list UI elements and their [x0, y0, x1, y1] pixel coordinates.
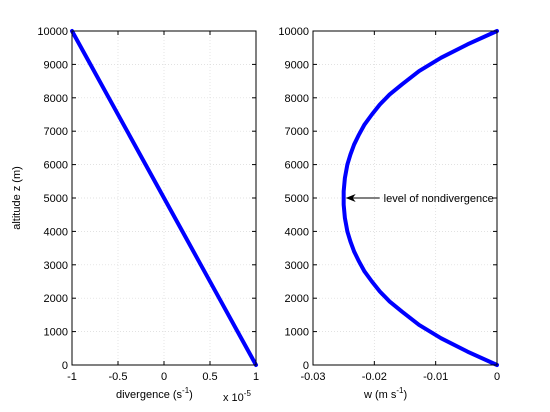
data-point [236, 330, 240, 334]
x-tick-label: -0.5 [109, 371, 128, 383]
data-point [400, 309, 404, 314]
data-point [107, 96, 111, 100]
x-tick-label: -0.03 [300, 371, 325, 383]
left-x-axis-label-close: ) [189, 389, 193, 401]
y-tick-label: 6000 [44, 160, 68, 172]
y-tick-label: 6000 [285, 160, 309, 172]
data-point [345, 163, 349, 167]
y-tick-label: 3000 [44, 260, 68, 272]
x-multiplier-exp: -5 [244, 389, 252, 398]
data-point [352, 249, 356, 254]
data-point [378, 102, 382, 107]
data-point [180, 229, 184, 233]
data-point [342, 203, 346, 207]
y-tick-label: 4000 [285, 226, 309, 238]
data-point [362, 269, 367, 274]
data-point [352, 142, 356, 147]
data-point [144, 163, 148, 167]
data-point [417, 323, 421, 327]
left-x-axis-label-text: divergence (s [116, 389, 183, 401]
data-point [370, 112, 374, 117]
data-point [162, 196, 166, 200]
data-point [342, 189, 346, 193]
data-point [417, 69, 421, 73]
y-tick-label: 9000 [44, 59, 68, 71]
data-point [88, 62, 92, 66]
y-tick-label: 9000 [285, 59, 309, 71]
y-tick-label: 1000 [44, 327, 68, 339]
data-point [388, 92, 392, 97]
left-x-axis-label: divergence (s-1) [116, 386, 193, 401]
x-tick-label: 0 [161, 371, 167, 383]
y-tick-label: 10000 [37, 26, 68, 38]
y-tick-label: 5000 [285, 193, 309, 205]
x-multiplier: x 10-5 [223, 389, 251, 404]
data-point [348, 152, 353, 157]
data-point [343, 216, 347, 220]
y-tick-label: 10000 [278, 26, 309, 38]
data-point [199, 263, 203, 267]
data-point [388, 299, 392, 304]
data-point [439, 56, 443, 60]
y-tick-label: 1000 [285, 327, 309, 339]
data-point [370, 279, 374, 284]
x-multiplier-text: x 10 [223, 392, 244, 404]
right-x-axis-label: w (m s-1) [363, 386, 407, 401]
y-tick-label: 5000 [44, 193, 68, 205]
y-tick-label: 3000 [285, 260, 309, 272]
data-point [378, 289, 382, 294]
data-point [125, 129, 129, 133]
data-point [357, 132, 361, 137]
data-point [348, 239, 353, 244]
x-tick-label: -1 [67, 371, 77, 383]
x-tick-label: -0.02 [362, 371, 387, 383]
data-point [217, 296, 221, 300]
data-point [465, 350, 470, 354]
right-x-axis-label-close: ) [404, 389, 408, 401]
y-tick-label: 8000 [44, 93, 68, 105]
data-point [400, 82, 404, 87]
data-point [465, 42, 470, 46]
y-tick-label: 7000 [44, 126, 68, 138]
x-tick-label: -0.01 [423, 371, 448, 383]
left-y-axis-label: altitude z (m) [11, 166, 23, 230]
data-point [357, 259, 361, 264]
x-tick-label: 1 [253, 371, 259, 383]
x-tick-label: 0 [494, 371, 500, 383]
divergence-panel: 0 1000 2000 3000 4000 5000 6000 7000 8000 9000 100… [11, 26, 259, 404]
data-point [345, 229, 349, 233]
y-tick-label: 8000 [285, 93, 309, 105]
data-point [362, 122, 367, 127]
vertical-velocity-panel: 0 1000 2000 3000 4000 5000 6000 7000 8000 9000 100… [278, 26, 500, 401]
y-tick-label: 7000 [285, 126, 309, 138]
y-tick-label: 2000 [285, 293, 309, 305]
right-x-axis-label-text: w (m s [363, 389, 397, 401]
data-point [439, 336, 443, 340]
y-tick-label: 4000 [44, 226, 68, 238]
annotation-text: level of nondivergence [384, 193, 494, 205]
y-tick-label: 2000 [44, 293, 68, 305]
data-point [343, 176, 347, 180]
figure: 0100020003000400050006000700080009000100… [11, 26, 500, 404]
x-tick-label: 0.5 [202, 371, 217, 383]
